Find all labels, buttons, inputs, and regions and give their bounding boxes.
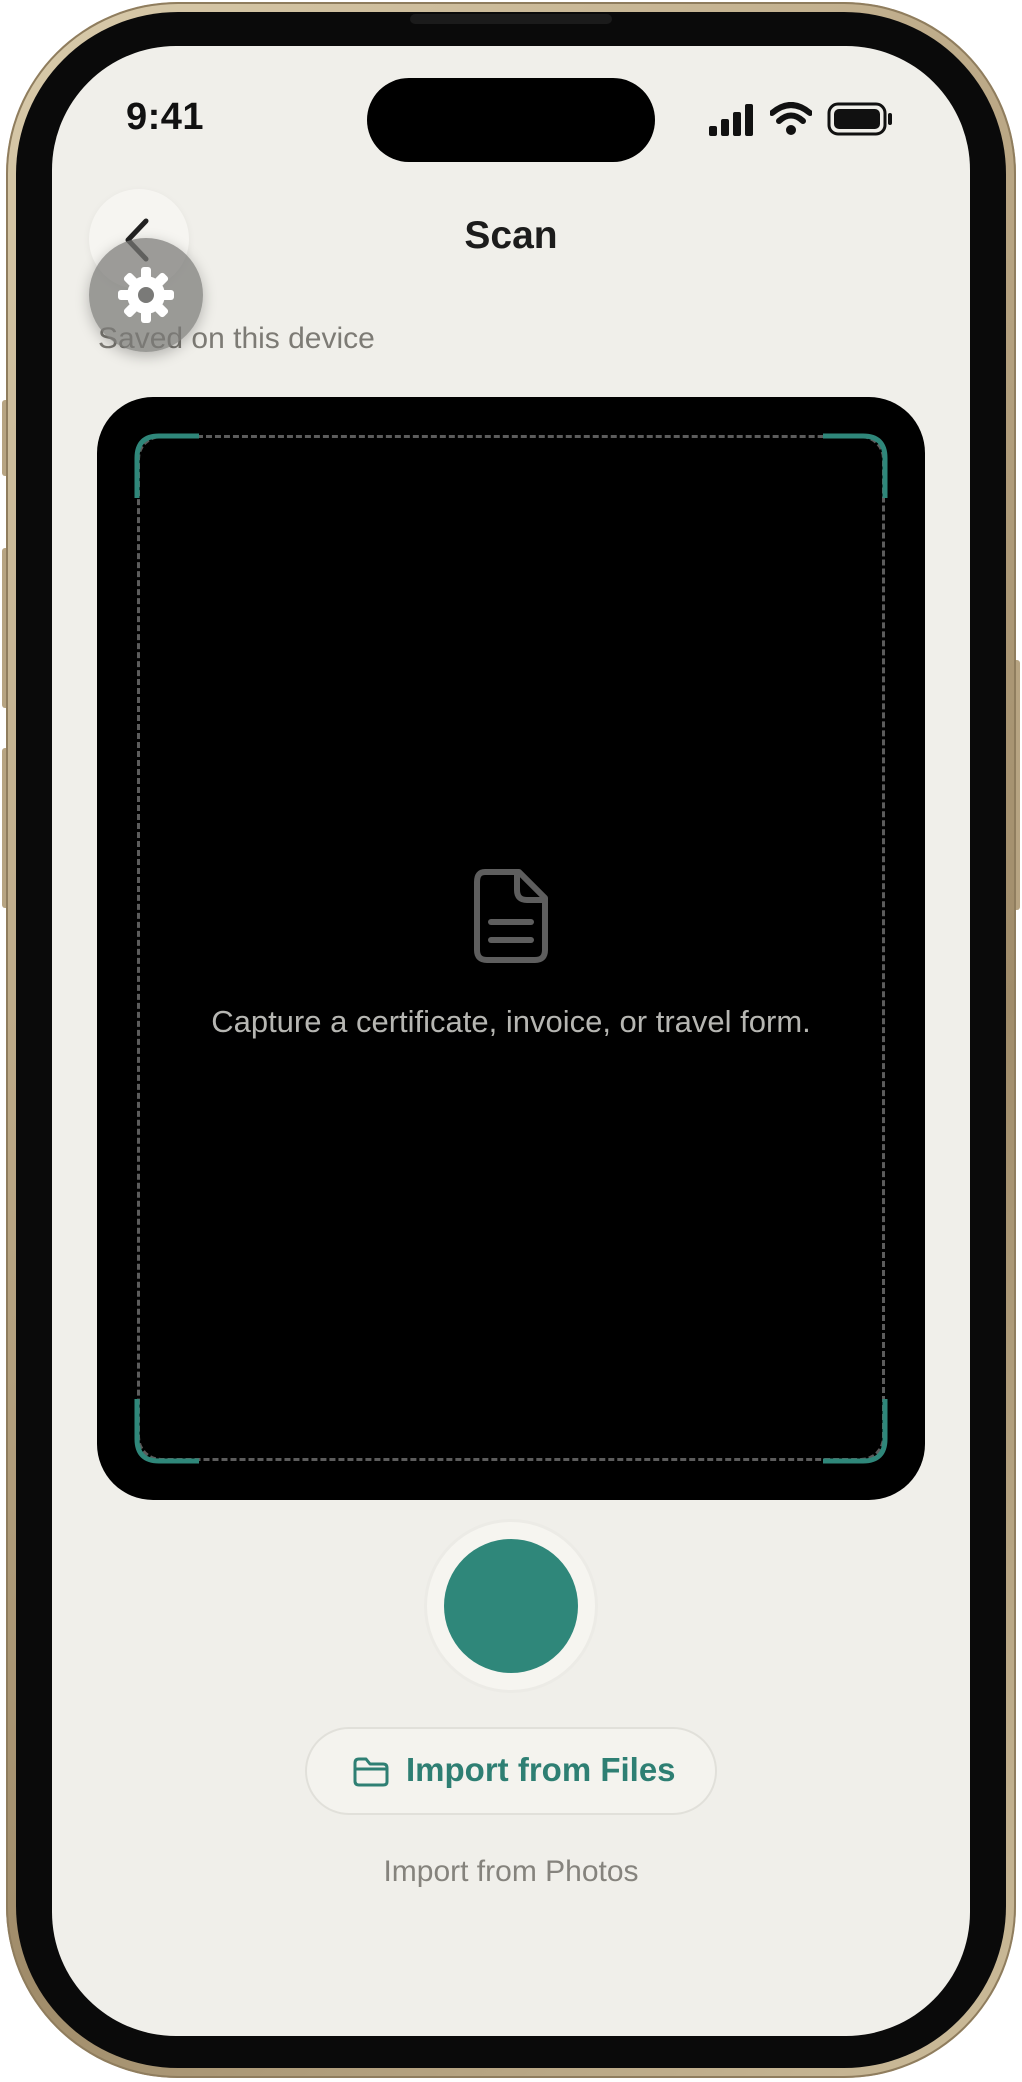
dynamic-island (367, 78, 655, 162)
settings-button[interactable] (89, 238, 203, 352)
battery-icon (827, 102, 892, 136)
corner-bracket-top-left (134, 433, 199, 498)
viewfinder-caption: Capture a certificate, invoice, or trave… (211, 1004, 811, 1039)
corner-bracket-top-right (823, 433, 888, 498)
corner-bracket-bottom-left (134, 1399, 199, 1464)
folder-icon (353, 1757, 389, 1787)
capture-shutter-button[interactable] (444, 1539, 578, 1673)
import-from-photos-link[interactable]: Import from Photos (0, 1855, 1022, 1889)
cellular-signal-icon (709, 104, 753, 136)
gear-icon (118, 267, 174, 323)
corner-bracket-bottom-right (823, 1399, 888, 1464)
document-icon (474, 869, 548, 963)
earpiece-speaker (410, 14, 612, 24)
wifi-icon (770, 102, 812, 135)
status-time: 9:41 (126, 96, 205, 138)
import-from-files-label[interactable]: Import from Files (406, 1751, 676, 1789)
phone-mockup: 9:41 Scan Saved on this device Capture a… (0, 0, 1022, 2082)
